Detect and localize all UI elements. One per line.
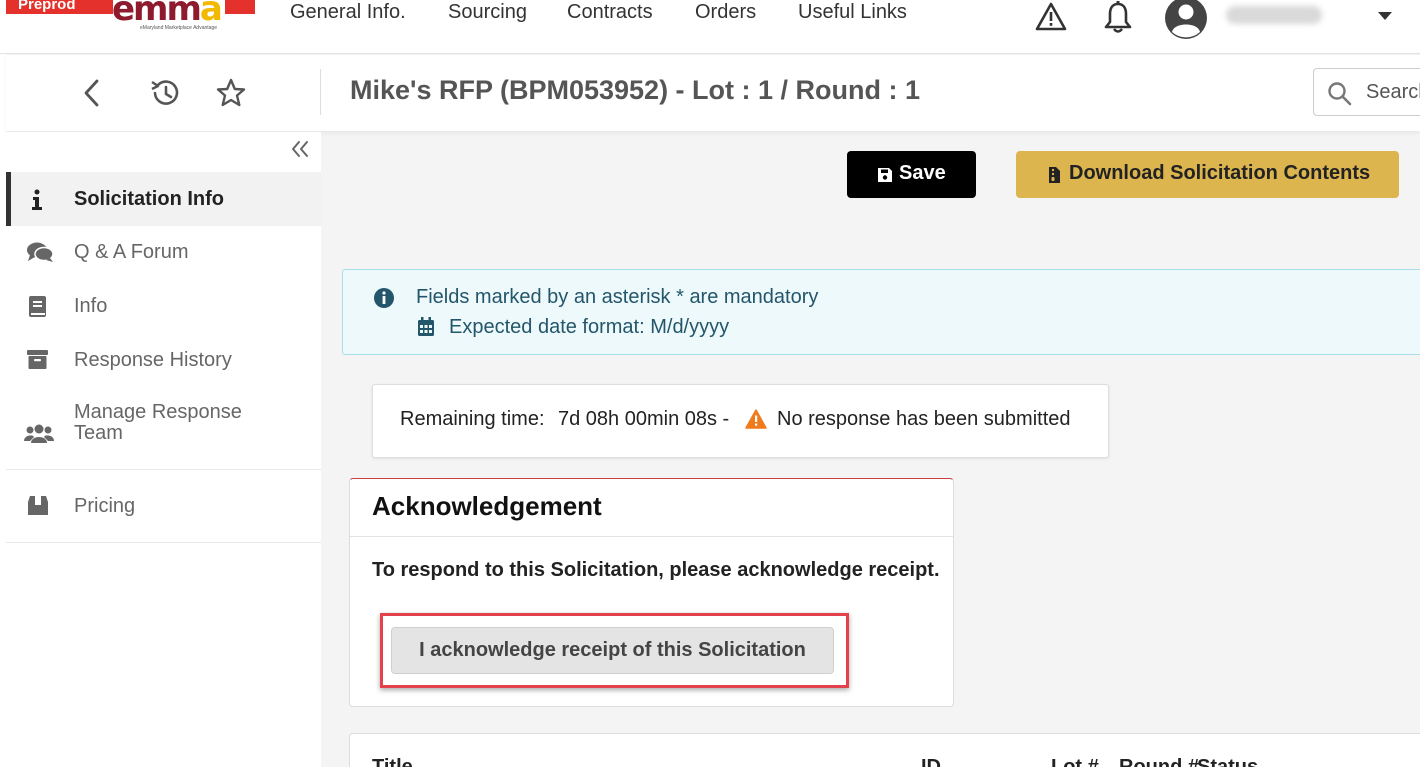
card-divider (350, 536, 953, 537)
table-header-round[interactable]: Round # (1119, 756, 1199, 767)
nav-useful-links[interactable]: Useful Links (798, 1, 907, 24)
sidebar-item-qa-forum[interactable]: Q & A Forum (6, 228, 321, 278)
book-icon (29, 296, 46, 317)
mandatory-info-alert: Fields marked by an asterisk * are manda… (342, 269, 1420, 355)
sidebar-item-response-history[interactable]: Response History (6, 336, 321, 386)
table-header-id[interactable]: ID (921, 756, 941, 767)
nav-orders[interactable]: Orders (695, 1, 756, 24)
table-header-status[interactable]: Status (1197, 756, 1258, 767)
acknowledgement-instructions: To respond to this Solicitation, please … (372, 559, 940, 581)
save-button[interactable]: Save (847, 151, 976, 198)
user-avatar-icon[interactable] (1164, 0, 1208, 40)
caret-down-icon[interactable] (1377, 11, 1393, 21)
sidebar-item-label: Q & A Forum (74, 241, 189, 263)
search-box[interactable] (1313, 68, 1420, 116)
sidebar-item-label: Manage Response Team (74, 401, 242, 444)
back-icon[interactable] (80, 79, 104, 107)
date-format-note: Expected date format: M/d/yyyy (449, 316, 730, 338)
table-header-lot[interactable]: Lot # (1051, 756, 1099, 767)
sidebar-item-label: Solicitation Info (74, 188, 224, 210)
sidebar-divider (6, 469, 321, 470)
nav-general-info[interactable]: General Info. (290, 1, 406, 24)
info-circle-icon (374, 288, 394, 308)
nav-sourcing[interactable]: Sourcing (448, 1, 527, 24)
sidebar-item-solicitation-info[interactable]: Solicitation Info (6, 172, 321, 226)
nav-contracts[interactable]: Contracts (567, 1, 653, 24)
header-divider (320, 69, 321, 115)
page-title: Mike's RFP (BPM053952) - Lot : 1 / Round… (350, 75, 921, 105)
floppy-disk-icon (878, 168, 892, 182)
remaining-time-label: Remaining time: (400, 408, 545, 430)
acknowledgement-card: Acknowledgement To respond to this Solic… (349, 478, 954, 707)
star-icon[interactable] (215, 78, 247, 108)
table-header-title[interactable]: Title (372, 756, 413, 767)
users-icon (24, 424, 54, 443)
sidebar-item-manage-response-team[interactable]: Manage Response Team (6, 400, 321, 462)
solicitation-table: Title ID Lot # Round # Status (349, 733, 1420, 767)
sidebar-item-label: Response History (74, 349, 232, 371)
logo-wordmark: emma (112, 0, 223, 29)
search-input[interactable] (1366, 78, 1420, 106)
acknowledgement-title: Acknowledgement (372, 491, 602, 521)
user-name-redacted[interactable] (1226, 6, 1322, 24)
calendar-icon (418, 317, 434, 336)
comments-icon (27, 242, 54, 262)
bell-icon[interactable] (1103, 1, 1133, 35)
info-icon (32, 189, 42, 210)
mandatory-fields-note: Fields marked by an asterisk * are manda… (416, 286, 819, 308)
remaining-time-card: Remaining time: 7d 08h 00min 08s - No re… (372, 384, 1109, 458)
top-navigation-bar: Preprod emma eMaryland Marketplace Advan… (0, 0, 1420, 54)
archive-icon (27, 350, 48, 369)
env-badge-tail (225, 0, 255, 14)
sidebar-item-label: Info (74, 295, 108, 317)
warning-icon[interactable] (1035, 2, 1067, 32)
acknowledge-receipt-button[interactable]: I acknowledge receipt of this Solicitati… (391, 627, 834, 674)
sidebar-item-info[interactable]: Info (6, 282, 321, 332)
logo-tagline: eMaryland Marketplace Advantage (140, 25, 217, 31)
env-badge: Preprod (6, 0, 113, 14)
sidebar-item-label: Pricing (74, 495, 136, 517)
download-solicitation-contents-button[interactable]: Download Solicitation Contents (1016, 151, 1399, 198)
history-icon[interactable] (149, 78, 181, 108)
response-status-text: No response has been submitted (777, 408, 1071, 430)
remaining-time-value: 7d 08h 00min 08s - (558, 408, 730, 430)
double-chevron-left-icon[interactable] (290, 139, 310, 159)
file-archive-icon (1049, 167, 1060, 183)
box-icon (28, 496, 48, 515)
sidebar-divider (6, 542, 321, 543)
search-icon (1328, 82, 1352, 106)
sidebar-item-pricing[interactable]: Pricing (6, 482, 321, 532)
active-indicator (6, 172, 11, 226)
warning-triangle-icon (745, 409, 767, 429)
emma-logo[interactable]: emma eMaryland Marketplace Advantage (112, 0, 226, 32)
